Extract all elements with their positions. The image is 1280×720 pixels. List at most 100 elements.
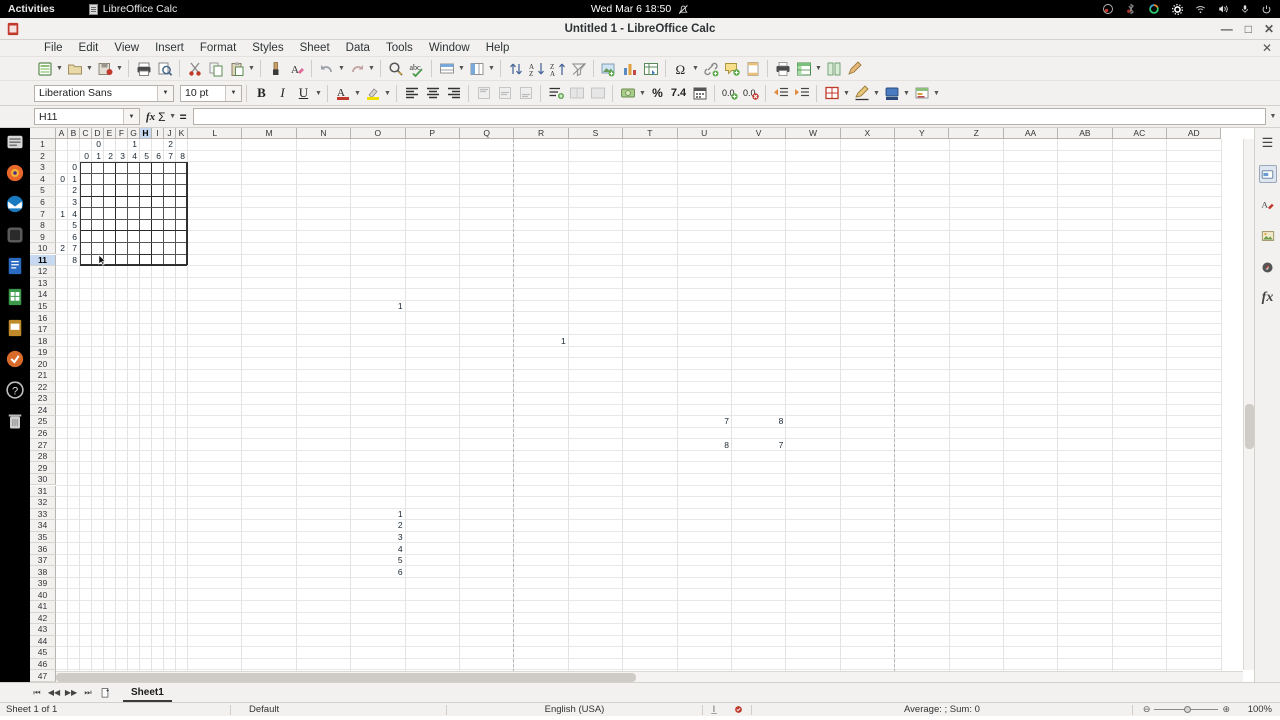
border-style-dropdown-icon[interactable] xyxy=(872,82,881,104)
sheet-tab-sheet1[interactable]: Sheet1 xyxy=(123,684,172,702)
font-size-dropdown-icon[interactable] xyxy=(225,85,241,101)
increase-indent-icon[interactable] xyxy=(791,82,812,104)
cell-G2[interactable]: 4 xyxy=(128,151,139,162)
column-header-aa[interactable]: AA xyxy=(1003,128,1059,139)
align-center-icon[interactable] xyxy=(422,82,443,104)
align-bottom-icon[interactable] xyxy=(515,82,536,104)
menu-help[interactable]: Help xyxy=(478,40,518,57)
row-header-1[interactable]: 1 xyxy=(30,139,56,151)
document-modified-icon[interactable] xyxy=(725,703,751,717)
cell-U25[interactable]: 7 xyxy=(678,416,731,427)
cell-A10[interactable]: 2 xyxy=(56,243,67,254)
sort-descending-icon[interactable]: ZA xyxy=(547,58,568,80)
paste-dropdown-icon[interactable] xyxy=(247,58,256,80)
decrease-indent-icon[interactable] xyxy=(770,82,791,104)
bold-button[interactable]: B xyxy=(251,82,272,104)
column-header-f[interactable]: F xyxy=(116,128,128,139)
cut-scissors-icon[interactable] xyxy=(184,58,205,80)
page-style-label[interactable]: Default xyxy=(231,703,446,717)
row-header-15[interactable]: 15 xyxy=(30,300,56,313)
menu-view[interactable]: View xyxy=(106,40,147,57)
underline-button[interactable]: U xyxy=(293,82,314,104)
row-header-36[interactable]: 36 xyxy=(30,543,56,555)
cell-B9[interactable]: 6 xyxy=(68,231,79,242)
column-header-r[interactable]: R xyxy=(514,128,569,139)
autofilter-funnel-icon[interactable] xyxy=(568,58,589,80)
cell-J1[interactable]: 2 xyxy=(164,139,175,150)
menu-tools[interactable]: Tools xyxy=(378,40,421,57)
italic-button[interactable]: I xyxy=(272,82,293,104)
files-icon[interactable] xyxy=(5,132,25,152)
settings-gear-icon[interactable] xyxy=(1171,3,1184,16)
row-header-33[interactable]: 33 xyxy=(30,508,56,521)
window-controls[interactable]: — □ ✕ xyxy=(1221,22,1274,36)
row-header-13[interactable]: 13 xyxy=(30,277,56,290)
row-header-5[interactable]: 5 xyxy=(30,185,56,197)
cell-E2[interactable]: 2 xyxy=(104,151,115,162)
cell-O37[interactable]: 5 xyxy=(351,555,404,566)
close-document-button[interactable]: ✕ xyxy=(1262,41,1272,55)
clock[interactable]: Wed Mar 6 18:50 xyxy=(591,3,689,15)
formula-input[interactable] xyxy=(192,108,1266,125)
column-header-o[interactable]: O xyxy=(351,128,406,139)
define-print-area-icon[interactable] xyxy=(772,58,793,80)
row-header-32[interactable]: 32 xyxy=(30,497,56,509)
merge-and-center-icon[interactable] xyxy=(587,82,608,104)
insert-hyperlink-icon[interactable] xyxy=(700,58,721,80)
underline-dropdown-icon[interactable] xyxy=(314,82,323,104)
format-as-number-icon[interactable]: 7.4 xyxy=(668,82,689,104)
menu-window[interactable]: Window xyxy=(421,40,478,57)
active-cell-selection[interactable] xyxy=(139,253,152,267)
row-header-6[interactable]: 6 xyxy=(30,196,56,209)
column-header-k[interactable]: K xyxy=(176,128,188,139)
special-character-dropdown-icon[interactable] xyxy=(691,58,700,80)
row-header-26[interactable]: 26 xyxy=(30,427,56,440)
zoom-out-button[interactable]: ⊖ xyxy=(1139,704,1155,715)
cell-A4[interactable]: 0 xyxy=(56,174,67,185)
row-header-42[interactable]: 42 xyxy=(30,612,56,625)
column-dropdown-icon[interactable] xyxy=(487,58,496,80)
row-header-20[interactable]: 20 xyxy=(30,358,56,370)
cell-U27[interactable]: 8 xyxy=(678,439,731,450)
styles-icon[interactable]: A xyxy=(1259,196,1277,214)
column-header-v[interactable]: V xyxy=(731,128,787,139)
column-header-t[interactable]: T xyxy=(623,128,678,139)
column-header-s[interactable]: S xyxy=(568,128,624,139)
gallery-icon[interactable] xyxy=(1259,227,1277,245)
ubuntu-software-icon[interactable] xyxy=(5,349,25,369)
column-header-x[interactable]: X xyxy=(840,128,896,139)
row-header-34[interactable]: 34 xyxy=(30,520,56,532)
open-file-icon[interactable] xyxy=(64,58,85,80)
column-header-e[interactable]: E xyxy=(104,128,116,139)
name-box-dropdown-icon[interactable] xyxy=(123,109,139,124)
activities-button[interactable]: Activities xyxy=(8,3,55,15)
redo-dropdown-icon[interactable] xyxy=(367,58,376,80)
zoom-level-label[interactable]: 100% xyxy=(1240,703,1280,717)
column-header-m[interactable]: M xyxy=(242,128,297,139)
new-document-dropdown-icon[interactable] xyxy=(55,58,64,80)
pivot-table-icon[interactable] xyxy=(640,58,661,80)
functions-icon[interactable]: fx xyxy=(1259,289,1277,307)
font-name-combobox[interactable]: Liberation Sans xyxy=(34,84,174,102)
column-header-l[interactable]: L xyxy=(188,128,243,139)
libreoffice-writer-icon[interactable] xyxy=(5,256,25,276)
row-header-30[interactable]: 30 xyxy=(30,473,56,486)
cell-C2[interactable]: 0 xyxy=(80,151,91,162)
grid-area[interactable]: A B C D E F G H I J K L M N O P Q R S T U V W X Y Z AA AB AC AD 1 2 3 4 5 6… xyxy=(30,128,1254,682)
save-document-dropdown-icon[interactable] xyxy=(115,58,124,80)
cell-B7[interactable]: 4 xyxy=(68,208,79,219)
currency-dropdown-icon[interactable] xyxy=(638,82,647,104)
color-ring-icon[interactable] xyxy=(1148,3,1160,15)
border-style-icon[interactable] xyxy=(851,82,872,104)
row-header-10[interactable]: 10 xyxy=(30,242,56,255)
clone-formatting-paintbrush-icon[interactable] xyxy=(265,58,286,80)
row-header-28[interactable]: 28 xyxy=(30,450,56,463)
format-as-date-icon[interactable] xyxy=(689,82,710,104)
row-header-9[interactable]: 9 xyxy=(30,231,56,243)
microphone-icon[interactable] xyxy=(1240,3,1250,15)
split-window-icon[interactable] xyxy=(823,58,844,80)
row-header-41[interactable]: 41 xyxy=(30,601,56,613)
cell-F2[interactable]: 3 xyxy=(116,151,127,162)
find-and-replace-icon[interactable] xyxy=(385,58,406,80)
sort-ascending-icon[interactable]: AZ xyxy=(526,58,547,80)
